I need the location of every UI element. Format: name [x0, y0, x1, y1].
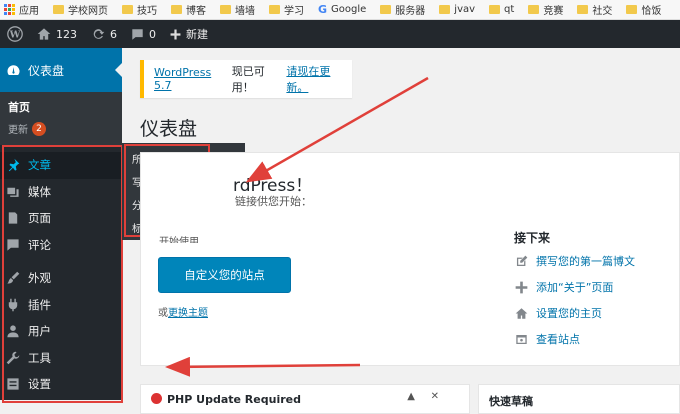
annotation-arrow-to-flyout — [245, 76, 429, 183]
annotation-arrow-to-sidebar — [165, 356, 361, 377]
annotation-arrows — [165, 76, 429, 377]
